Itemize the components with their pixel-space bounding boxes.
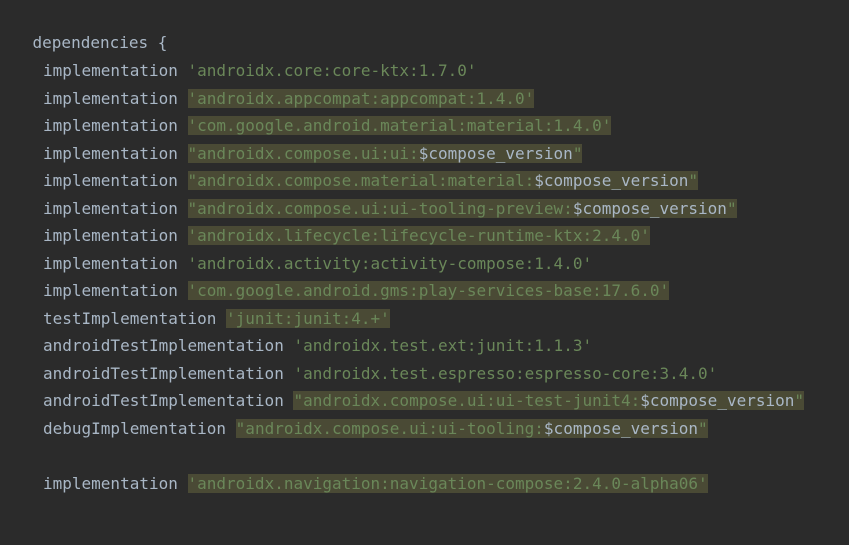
- dependency-line[interactable]: implementation 'androidx.navigation:navi…: [43, 470, 708, 497]
- dependency-string: 'androidx.appcompat:appcompat:1.4.0': [187, 89, 535, 108]
- string-literal: 'androidx.appcompat:appcompat:1.4.0': [187, 89, 535, 108]
- template-variable: $compose_version: [640, 391, 795, 410]
- configuration-keyword: implementation: [43, 254, 178, 273]
- configuration-keyword: implementation: [43, 61, 178, 80]
- configuration-keyword: implementation: [43, 144, 178, 163]
- dependency-line[interactable]: testImplementation 'junit:junit:4.+': [43, 305, 390, 332]
- string-literal: 'androidx.lifecycle:lifecycle-runtime-kt…: [187, 226, 650, 245]
- configuration-keyword: implementation: [43, 116, 178, 135]
- dependency-string: 'com.google.android.gms:play-services-ba…: [187, 281, 670, 300]
- configuration-keyword: implementation: [43, 199, 178, 218]
- code-editor[interactable]: dependencies { implementation 'androidx.…: [0, 0, 849, 545]
- configuration-keyword: debugImplementation: [43, 419, 227, 438]
- dependency-string: 'androidx.test.ext:junit:1.1.3': [293, 336, 592, 355]
- dependency-line[interactable]: implementation "androidx.compose.ui:ui-t…: [43, 195, 737, 222]
- configuration-keyword: implementation: [43, 474, 178, 493]
- string-literal: "androidx.compose.ui:ui:: [187, 144, 419, 163]
- dependency-string: "androidx.compose.ui:ui:$compose_version…: [187, 144, 583, 163]
- string-literal: "androidx.compose.ui:ui-test-junit4:: [293, 391, 641, 410]
- template-variable: $compose_version: [572, 199, 727, 218]
- dependency-line[interactable]: androidTestImplementation 'androidx.test…: [43, 360, 717, 387]
- dependencies-block-header[interactable]: dependencies {: [0, 2, 168, 52]
- dependency-line[interactable]: implementation 'com.google.android.gms:p…: [43, 277, 670, 304]
- string-literal: 'androidx.navigation:navigation-compose:…: [187, 474, 708, 493]
- string-literal: 'com.google.android.material:material:1.…: [187, 116, 612, 135]
- dependency-string: 'com.google.android.material:material:1.…: [187, 116, 612, 135]
- dependency-string: "androidx.compose.ui:ui-test-junit4:$com…: [293, 391, 805, 410]
- configuration-keyword: androidTestImplementation: [43, 336, 284, 355]
- dependency-line[interactable]: implementation "androidx.compose.materia…: [43, 167, 699, 194]
- string-literal: 'androidx.activity:activity-compose:1.4.…: [187, 254, 593, 273]
- dependency-line[interactable]: implementation 'androidx.appcompat:appco…: [43, 85, 535, 112]
- configuration-keyword: implementation: [43, 89, 178, 108]
- dependency-string: 'androidx.activity:activity-compose:1.4.…: [188, 254, 593, 273]
- string-closing-quote: ": [688, 171, 699, 190]
- dependency-line[interactable]: debugImplementation "androidx.compose.ui…: [43, 415, 708, 442]
- dependency-string: "androidx.compose.ui:ui-tooling:$compose…: [235, 419, 708, 438]
- template-variable: $compose_version: [543, 419, 699, 438]
- dependency-line[interactable]: implementation "androidx.compose.ui:ui:$…: [43, 140, 583, 167]
- dependency-line[interactable]: implementation 'androidx.lifecycle:lifec…: [43, 222, 650, 249]
- configuration-keyword: testImplementation: [43, 309, 217, 328]
- template-variable: $compose_version: [418, 144, 573, 163]
- dependency-string: 'androidx.navigation:navigation-compose:…: [187, 474, 708, 493]
- string-closing-quote: ": [726, 199, 737, 218]
- string-closing-quote: ": [572, 144, 583, 163]
- configuration-keyword: androidTestImplementation: [43, 391, 284, 410]
- string-literal: 'com.google.android.gms:play-services-ba…: [187, 281, 670, 300]
- dependency-string: "androidx.compose.ui:ui-tooling-preview:…: [187, 199, 737, 218]
- configuration-keyword: implementation: [43, 281, 178, 300]
- string-literal: 'androidx.test.espresso:espresso-core:3.…: [293, 364, 718, 383]
- dependency-line[interactable]: implementation 'com.google.android.mater…: [43, 112, 612, 139]
- configuration-keyword: implementation: [43, 226, 178, 245]
- string-closing-quote: ": [794, 391, 805, 410]
- header-text: dependencies {: [32, 33, 168, 52]
- string-literal: 'androidx.test.ext:junit:1.1.3': [293, 336, 593, 355]
- dependency-string: 'androidx.lifecycle:lifecycle-runtime-kt…: [187, 226, 650, 245]
- configuration-keyword: androidTestImplementation: [43, 364, 284, 383]
- dependency-line[interactable]: androidTestImplementation "androidx.comp…: [43, 387, 805, 414]
- dependency-string: 'androidx.core:core-ktx:1.7.0': [188, 61, 477, 80]
- string-literal: "androidx.compose.material:material:: [187, 171, 535, 190]
- string-literal: 'androidx.core:core-ktx:1.7.0': [187, 61, 477, 80]
- dependency-string: 'junit:junit:4.+': [226, 309, 390, 328]
- string-closing-quote: ": [698, 419, 708, 438]
- string-literal: 'junit:junit:4.+': [226, 309, 390, 328]
- dependency-string: "androidx.compose.material:material:$com…: [187, 171, 699, 190]
- dependency-line[interactable]: implementation 'androidx.activity:activi…: [43, 250, 592, 277]
- template-variable: $compose_version: [534, 171, 689, 190]
- string-literal: "androidx.compose.ui:ui-tooling-preview:: [187, 199, 573, 218]
- dependency-string: 'androidx.test.espresso:espresso-core:3.…: [293, 364, 717, 383]
- configuration-keyword: implementation: [43, 171, 178, 190]
- dependency-line[interactable]: implementation 'androidx.core:core-ktx:1…: [43, 57, 476, 84]
- string-literal: "androidx.compose.ui:ui-tooling:: [235, 419, 544, 438]
- dependency-line[interactable]: androidTestImplementation 'androidx.test…: [43, 332, 592, 359]
